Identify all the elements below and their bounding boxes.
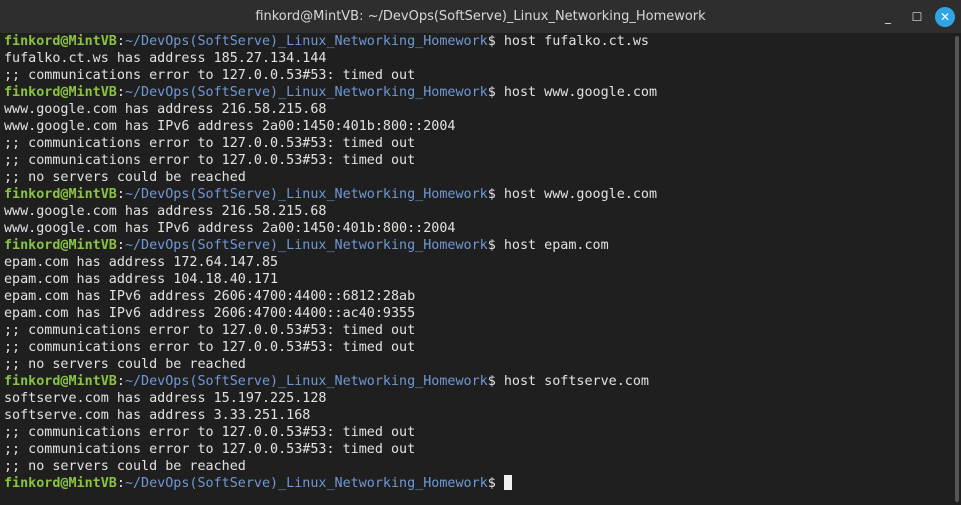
prompt-path: ~/DevOps(SoftServe)_Linux_Networking_Hom…	[124, 238, 488, 253]
scrollbar[interactable]	[955, 36, 959, 502]
output-line: epam.com has address 172.64.147.85	[4, 255, 279, 270]
prompt-symbol: $	[487, 34, 496, 49]
command-line: finkord@MintVB:~/DevOps(SoftServe)_Linux…	[4, 33, 949, 50]
output-line: softserve.com has address 3.33.251.168	[4, 408, 311, 423]
prompt-symbol: $	[487, 238, 496, 253]
prompt-separator: :	[116, 476, 125, 491]
command-text: host www.google.com	[495, 187, 658, 202]
output-line: ;; no servers could be reached	[4, 459, 246, 474]
command-text: host softserve.com	[495, 374, 649, 389]
output-line: ;; communications error to 127.0.0.53#53…	[4, 442, 416, 457]
command-text: host www.google.com	[495, 85, 658, 100]
output-line: www.google.com has IPv6 address 2a00:145…	[4, 221, 456, 236]
prompt-user: finkord@MintVB	[4, 85, 117, 100]
prompt-symbol: $	[487, 374, 496, 389]
window-title: finkord@MintVB: ~/DevOps(SoftServe)_Linu…	[255, 9, 706, 24]
prompt-separator: :	[116, 85, 125, 100]
output-line: ;; communications error to 127.0.0.53#53…	[4, 340, 416, 355]
command-text	[496, 476, 504, 491]
prompt-symbol: $	[487, 187, 496, 202]
prompt-user: finkord@MintVB	[4, 238, 117, 253]
title-bar: finkord@MintVB: ~/DevOps(SoftServe)_Linu…	[0, 0, 961, 33]
terminal-output[interactable]: finkord@MintVB:~/DevOps(SoftServe)_Linux…	[4, 33, 949, 505]
command-line: finkord@MintVB:~/DevOps(SoftServe)_Linux…	[4, 186, 949, 203]
minimize-button[interactable]: _	[879, 8, 897, 26]
prompt-user: finkord@MintVB	[4, 187, 117, 202]
output-line: ;; no servers could be reached	[4, 357, 246, 372]
cursor	[503, 475, 512, 490]
prompt-separator: :	[116, 34, 125, 49]
output-line: www.google.com has IPv6 address 2a00:145…	[4, 119, 456, 134]
prompt-path: ~/DevOps(SoftServe)_Linux_Networking_Hom…	[124, 476, 488, 491]
output-line: www.google.com has address 216.58.215.68	[4, 102, 327, 117]
command-line: finkord@MintVB:~/DevOps(SoftServe)_Linux…	[4, 237, 949, 254]
close-button[interactable]: ✕	[935, 7, 955, 27]
output-line: epam.com has address 104.18.40.171	[4, 272, 279, 287]
prompt-path: ~/DevOps(SoftServe)_Linux_Networking_Hom…	[124, 85, 488, 100]
command-line: finkord@MintVB:~/DevOps(SoftServe)_Linux…	[4, 84, 949, 101]
command-line: finkord@MintVB:~/DevOps(SoftServe)_Linux…	[4, 373, 949, 390]
output-line: ;; communications error to 127.0.0.53#53…	[4, 323, 416, 338]
prompt-separator: :	[116, 374, 125, 389]
prompt-symbol: $	[487, 476, 496, 491]
prompt-separator: :	[116, 187, 125, 202]
prompt-path: ~/DevOps(SoftServe)_Linux_Networking_Hom…	[124, 187, 488, 202]
output-line: ;; no servers could be reached	[4, 170, 246, 185]
prompt-separator: :	[116, 238, 125, 253]
prompt-symbol: $	[487, 85, 496, 100]
output-line: epam.com has IPv6 address 2606:4700:4400…	[4, 289, 416, 304]
prompt-user: finkord@MintVB	[4, 374, 117, 389]
output-line: www.google.com has address 216.58.215.68	[4, 204, 327, 219]
output-line: fufalko.ct.ws has address 185.27.134.144	[4, 51, 327, 66]
output-line: ;; communications error to 127.0.0.53#53…	[4, 68, 416, 83]
command-text: host epam.com	[495, 238, 609, 253]
command-line: finkord@MintVB:~/DevOps(SoftServe)_Linux…	[4, 475, 949, 492]
output-line: ;; communications error to 127.0.0.53#53…	[4, 425, 416, 440]
prompt-user: finkord@MintVB	[4, 34, 117, 49]
command-text: host fufalko.ct.ws	[495, 34, 649, 49]
output-line: softserve.com has address 15.197.225.128	[4, 391, 327, 406]
prompt-path: ~/DevOps(SoftServe)_Linux_Networking_Hom…	[124, 34, 488, 49]
output-line: epam.com has IPv6 address 2606:4700:4400…	[4, 306, 416, 321]
maximize-button[interactable]: ☐	[908, 8, 926, 26]
prompt-user: finkord@MintVB	[4, 476, 117, 491]
output-line: ;; communications error to 127.0.0.53#53…	[4, 153, 416, 168]
output-line: ;; communications error to 127.0.0.53#53…	[4, 136, 416, 151]
prompt-path: ~/DevOps(SoftServe)_Linux_Networking_Hom…	[124, 374, 488, 389]
